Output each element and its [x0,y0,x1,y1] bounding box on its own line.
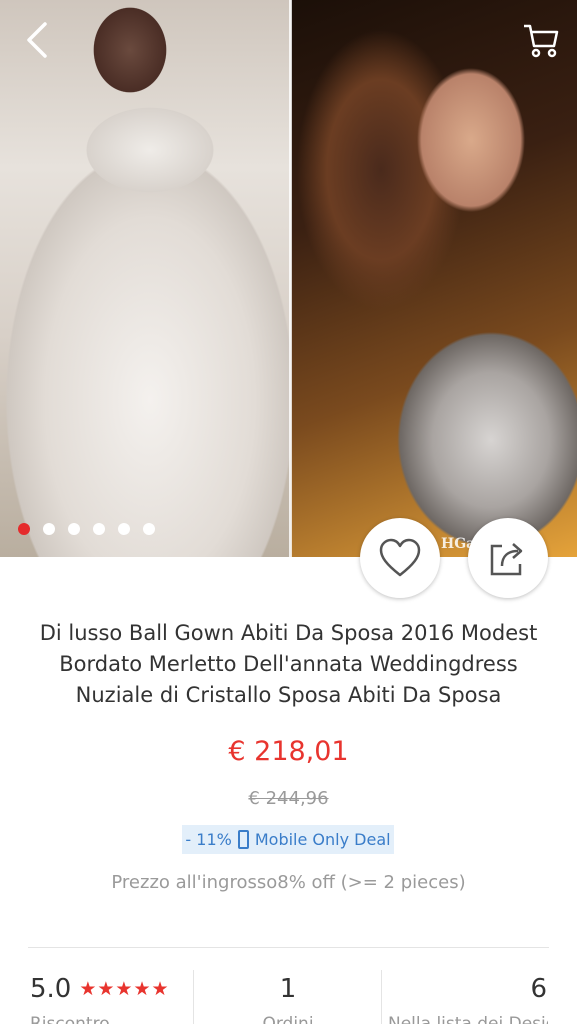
pagination-dot[interactable] [43,523,55,535]
deal-label: Mobile Only Deal [254,830,391,849]
share-icon [490,543,523,576]
image-divider [289,0,292,557]
wishlist-label: Nella lista dei Desideri [388,1014,548,1024]
pagination-dot[interactable] [68,523,80,535]
pagination-dot[interactable] [93,523,105,535]
rating-label: Riscontro [30,1014,110,1024]
mobile-phone-icon [237,830,249,849]
favorite-button[interactable] [360,518,440,598]
original-price-value: € 244,96 [248,788,329,809]
rating-value: 5.0 [30,974,72,1004]
mobile-deal-badge: - 11% Mobile Only Deal [182,825,394,854]
cart-button[interactable] [519,18,563,62]
pagination-dot[interactable] [143,523,155,535]
wishlist-value: 6 [530,974,547,1004]
product-photo-detail[interactable]: HGa [291,0,577,557]
cart-icon [524,24,559,58]
product-image-gallery[interactable]: HGa [0,0,577,557]
rating-stat[interactable]: 5.0 ★★★★★ [30,974,170,1004]
discount-percent: - 11% [185,830,232,849]
stats-divider [381,970,382,1024]
heart-icon [379,538,421,577]
wishlist-stat[interactable]: 6 [530,974,547,1004]
current-price: € 218,01 [228,736,349,767]
gallery-pagination [18,523,155,535]
pagination-dot-active[interactable] [18,523,30,535]
pagination-dot[interactable] [118,523,130,535]
orders-stat[interactable]: 1 [194,974,382,1004]
wholesale-price-info: Prezzo all'ingrosso8% off (>= 2 pieces) [111,872,466,893]
section-divider [28,947,549,948]
product-photo-full-dress[interactable] [0,0,291,557]
back-button[interactable] [14,18,58,62]
orders-value: 1 [279,974,297,1004]
rating-stars-icon: ★★★★★ [79,978,170,1000]
original-price: € 244,96 [0,788,577,809]
product-stats: 5.0 ★★★★★ 1 6 Riscontro Ordini Nella lis… [0,970,577,1024]
share-button[interactable] [468,518,548,598]
orders-label: Ordini [262,1014,314,1024]
chevron-left-icon [27,22,47,58]
product-title: Di lusso Ball Gown Abiti Da Sposa 2016 M… [39,621,538,707]
